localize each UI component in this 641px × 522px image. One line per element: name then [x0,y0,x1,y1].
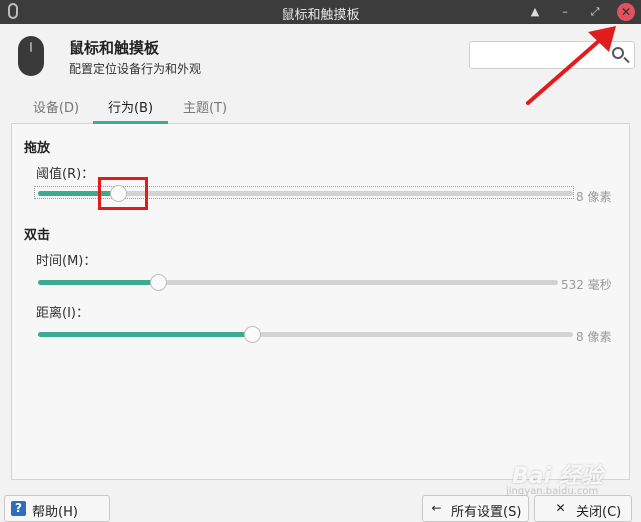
all-settings-button[interactable]: ← 所有设置(S) [422,495,529,522]
close-button-label: 关闭(C) [576,505,622,520]
watermark-url: jingyan.baidu.com [506,486,599,497]
help-icon: ? [11,501,26,516]
annotation-arrow [526,26,616,105]
help-button[interactable]: ? 帮助(H) [4,495,110,522]
back-arrow-icon: ← [431,501,442,515]
close-button[interactable]: ✕ 关闭(C) [534,495,632,522]
close-icon: ✕ [555,501,566,515]
help-button-label: 帮助(H) [32,505,78,520]
all-settings-button-label: 所有设置(S) [451,505,522,520]
